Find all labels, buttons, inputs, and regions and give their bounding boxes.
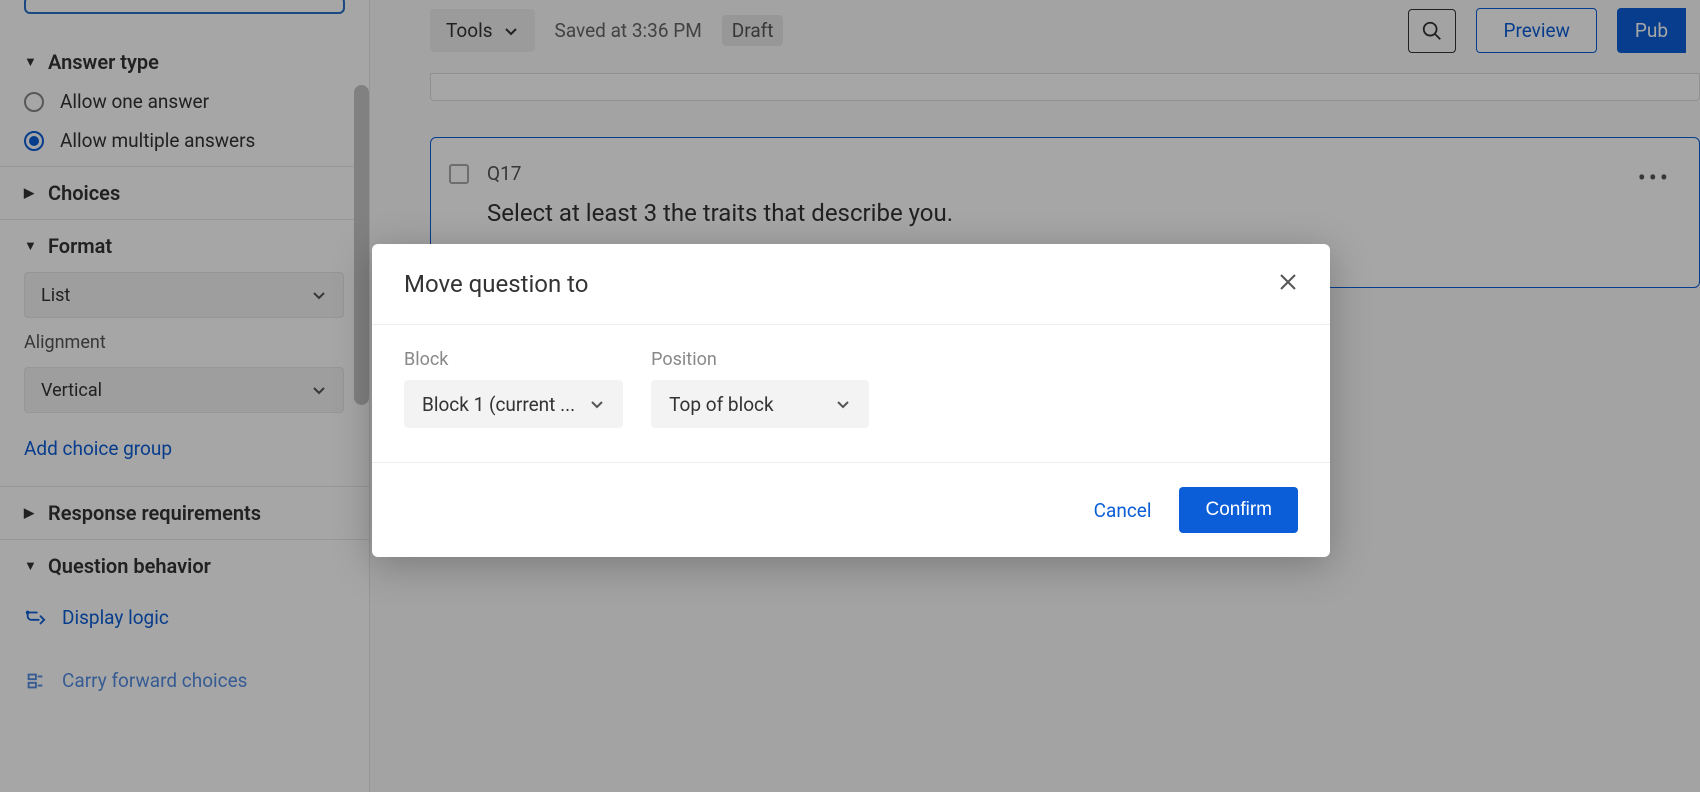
block-select-value: Block 1 (current ... [422,393,575,416]
block-select[interactable]: Block 1 (current ... [404,380,623,428]
position-select-value: Top of block [669,393,774,416]
modal-title: Move question to [404,270,589,298]
block-label: Block [404,349,623,370]
modal-close-button[interactable] [1278,272,1298,296]
position-select[interactable]: Top of block [651,380,869,428]
cancel-button[interactable]: Cancel [1094,499,1152,522]
close-icon [1278,272,1298,292]
move-question-modal: Move question to Block Block 1 (current … [372,244,1330,557]
position-label: Position [651,349,869,370]
chevron-down-icon [835,396,851,412]
confirm-button[interactable]: Confirm [1179,487,1298,533]
chevron-down-icon [589,396,605,412]
